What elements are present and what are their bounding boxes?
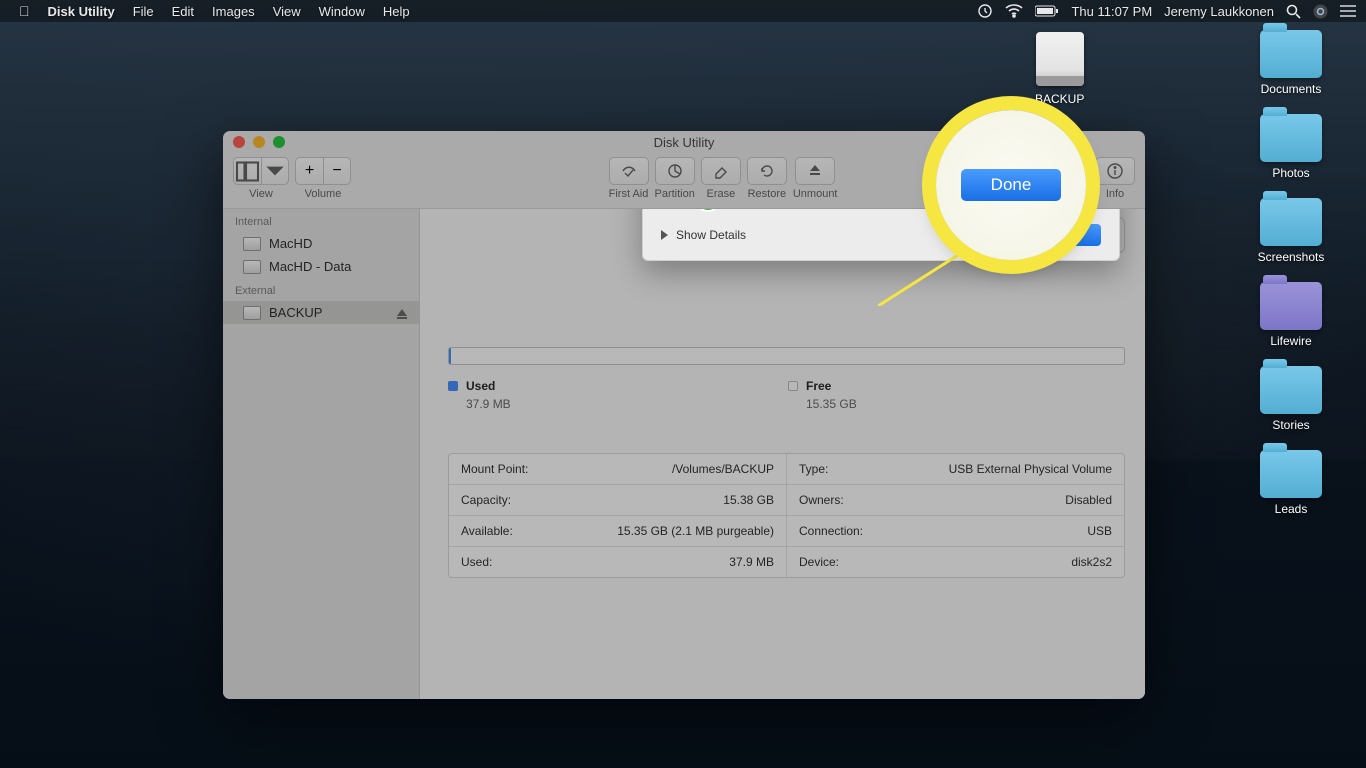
minimize-button[interactable] [253, 136, 265, 148]
menubar-clock[interactable]: Thu 11:07 PM [1071, 4, 1152, 19]
desktop-folders: Documents Photos Screenshots Lifewire St… [1246, 30, 1336, 516]
notification-center-icon[interactable] [1340, 5, 1356, 17]
folder-stories[interactable]: Stories [1246, 366, 1336, 432]
folder-documents[interactable]: Documents [1246, 30, 1336, 96]
free-swatch [788, 381, 798, 391]
menu-app[interactable]: Disk Utility [39, 4, 124, 19]
show-details-toggle[interactable]: Show Details [661, 228, 746, 242]
external-hdd-icon [243, 306, 261, 320]
menu-window[interactable]: Window [310, 4, 374, 19]
sidebar-internal-header: Internal [223, 209, 419, 232]
eject-icon[interactable] [397, 309, 407, 316]
menu-help[interactable]: Help [374, 4, 419, 19]
used-value: 37.9 MB [466, 397, 708, 411]
firstaid-button[interactable] [609, 157, 649, 185]
magnified-done-button: Done [961, 169, 1061, 201]
siri-icon[interactable] [1313, 4, 1328, 19]
menubar-user[interactable]: Jeremy Laukkonen [1164, 4, 1274, 19]
menu-view[interactable]: View [264, 4, 310, 19]
disclosure-triangle-icon [661, 230, 668, 240]
callout-magnifier: Done [936, 110, 1086, 260]
partition-button[interactable] [655, 157, 695, 185]
unmount-button[interactable] [795, 157, 835, 185]
hdd-icon [243, 260, 261, 274]
minus-icon: − [323, 157, 351, 185]
details-table: Mount Point:/Volumes/BACKUP Type:USB Ext… [448, 453, 1125, 578]
timemachine-icon[interactable] [977, 3, 993, 19]
wifi-icon[interactable] [1005, 4, 1023, 18]
hdd-icon [243, 237, 261, 251]
sidebar-item-machd-data[interactable]: MacHD - Data [223, 255, 419, 278]
folder-photos[interactable]: Photos [1246, 114, 1336, 180]
plus-icon: + [295, 157, 323, 185]
toolbar-volume-label: Volume [305, 188, 342, 200]
folder-leads[interactable]: Leads [1246, 450, 1336, 516]
toolbar-view-label: View [249, 188, 273, 200]
view-control[interactable] [233, 157, 289, 185]
restore-button[interactable] [747, 157, 787, 185]
used-swatch [448, 381, 458, 391]
folder-lifewire[interactable]: Lifewire [1246, 282, 1336, 348]
sidebar: Internal MacHD MacHD - Data External BAC… [223, 209, 420, 699]
menu-edit[interactable]: Edit [163, 4, 203, 19]
sidebar-item-machd[interactable]: MacHD [223, 232, 419, 255]
erase-button[interactable] [701, 157, 741, 185]
usage-bar [448, 347, 1125, 365]
volume-control[interactable]: + − [295, 157, 351, 185]
free-label: Free [806, 379, 831, 393]
battery-icon[interactable] [1035, 5, 1059, 17]
main-pane: e, Jou… 15.38 GB Used 37.9 MB Free 15.35… [420, 209, 1145, 699]
zoom-button[interactable] [273, 136, 285, 148]
menubar:  Disk Utility File Edit Images View Win… [0, 0, 1366, 22]
close-button[interactable] [233, 136, 245, 148]
window-title: Disk Utility [654, 135, 715, 150]
apple-menu[interactable]:  [10, 3, 39, 19]
used-label: Used [466, 379, 495, 393]
menu-file[interactable]: File [124, 4, 163, 19]
sidebar-external-header: External [223, 278, 419, 301]
desktop-drive-backup[interactable]: BACKUP [1035, 32, 1084, 106]
free-value: 15.35 GB [806, 397, 1048, 411]
menu-images[interactable]: Images [203, 4, 264, 19]
info-button[interactable] [1095, 157, 1135, 185]
desktop-drive-label: BACKUP [1035, 92, 1084, 106]
external-drive-icon [1036, 32, 1084, 86]
sidebar-item-backup[interactable]: BACKUP [223, 301, 419, 324]
spotlight-icon[interactable] [1286, 4, 1301, 19]
folder-screenshots[interactable]: Screenshots [1246, 198, 1336, 264]
window-traffic-lights [233, 136, 285, 148]
